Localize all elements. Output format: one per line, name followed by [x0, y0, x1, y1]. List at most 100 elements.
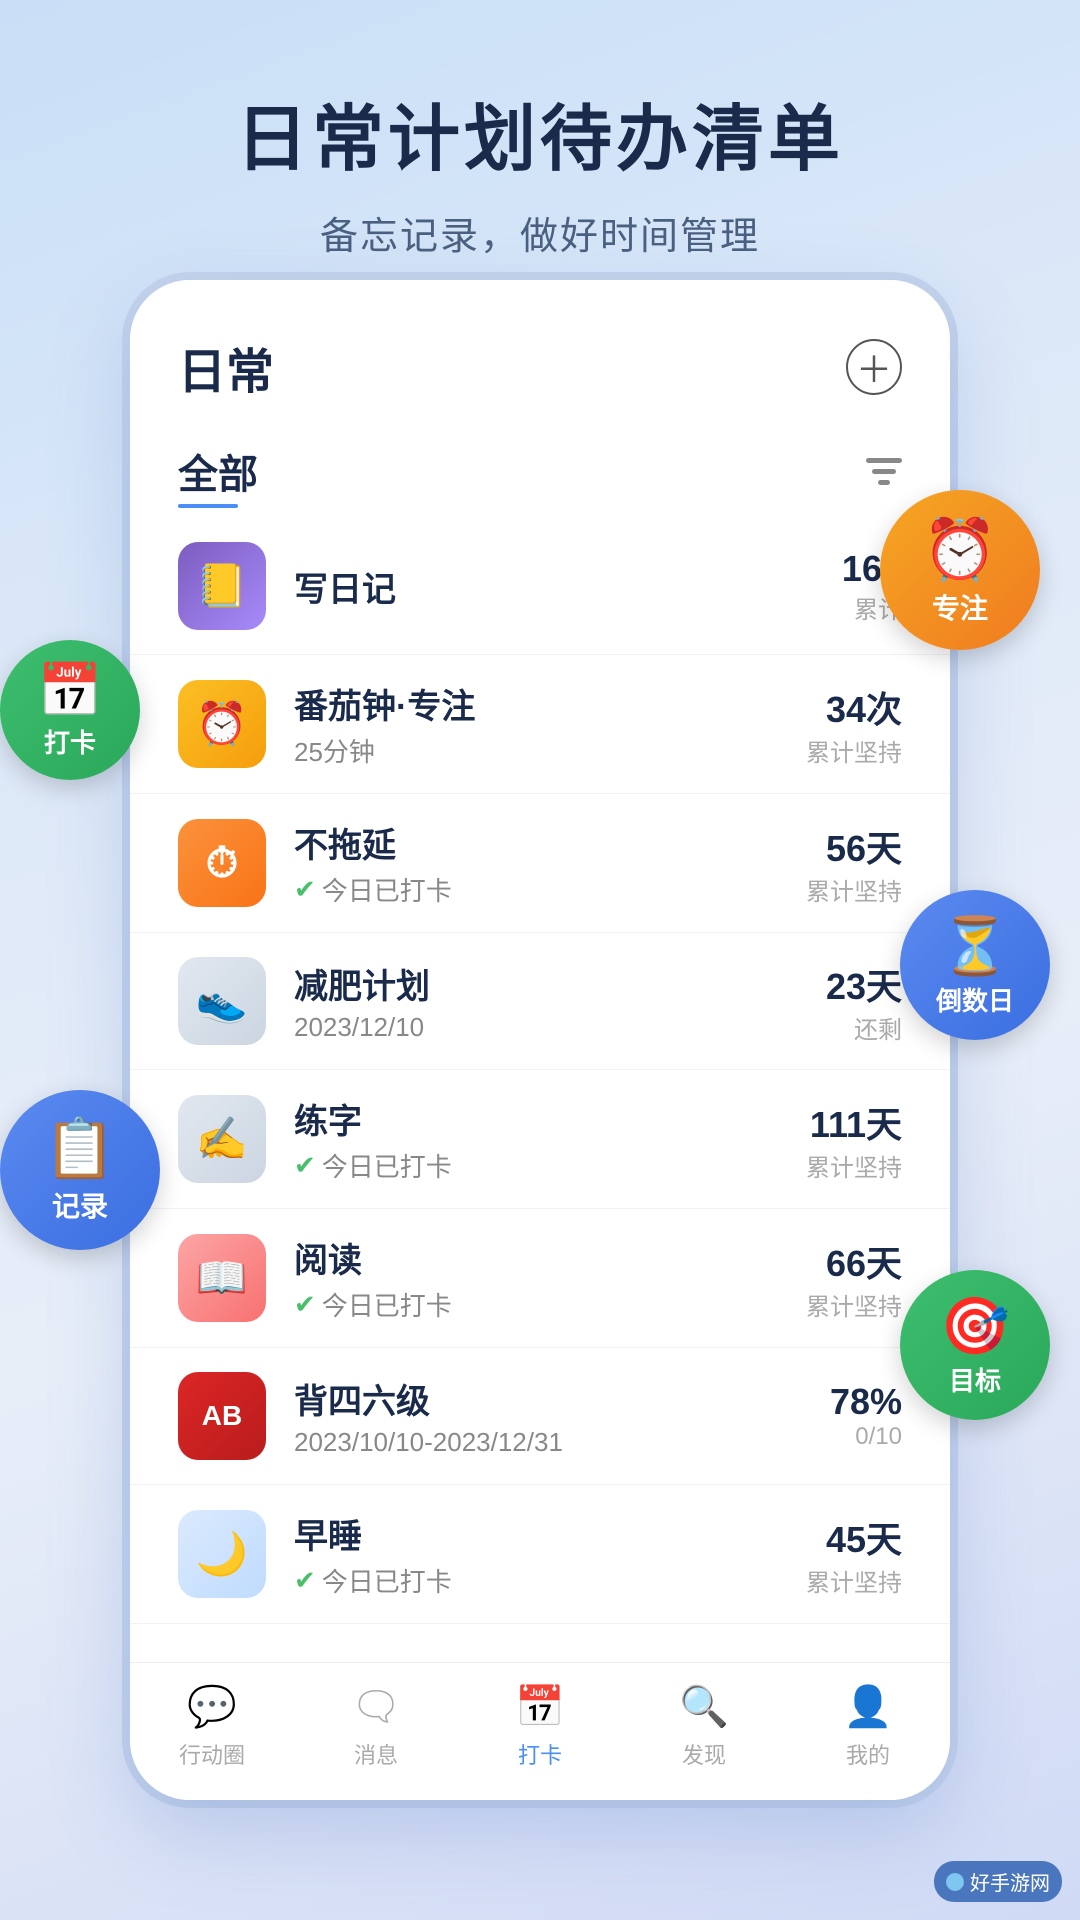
task-sub-text: 25分钟: [294, 732, 375, 769]
task-sub: 2023/10/10-2023/12/31: [294, 1427, 830, 1458]
task-sub: ✔今日已打卡: [294, 871, 806, 908]
nav-label-mine: 我的: [846, 1738, 890, 1770]
badge-countdown-label: 倒数日: [936, 981, 1014, 1018]
watermark-dot: [946, 1873, 964, 1891]
task-item-reading[interactable]: 📖 阅读 ✔今日已打卡 66天 累计坚持: [130, 1209, 950, 1348]
task-count-label: 还剩: [826, 1010, 902, 1045]
task-stats: 23天 还剩: [826, 958, 902, 1045]
task-info-reading: 阅读 ✔今日已打卡: [294, 1233, 806, 1323]
task-name: 练字: [294, 1094, 806, 1143]
task-icon-procrastinate: ⏱: [178, 819, 266, 907]
task-sub-text: 今日已打卡: [322, 871, 452, 908]
task-stats: 111天 累计坚持: [806, 1096, 902, 1183]
task-item-tomato[interactable]: ⏰ 番茄钟·专注 25分钟 34次 累计坚持: [130, 655, 950, 794]
task-sub: 2023/12/10: [294, 1012, 826, 1043]
task-icon-reading: 📖: [178, 1234, 266, 1322]
plus-icon: ＋: [856, 341, 892, 393]
task-icon-sleep: 🌙: [178, 1510, 266, 1598]
task-icon-tomato: ⏰: [178, 680, 266, 768]
app-title: 日常: [178, 332, 274, 402]
filter-section: 全部: [178, 442, 258, 508]
task-item-diary[interactable]: 📒 写日记 166 累计: [130, 518, 950, 655]
nav-label-checkin: 打卡: [518, 1738, 562, 1770]
task-sub: ✔今日已打卡: [294, 1562, 806, 1599]
task-item-slim[interactable]: 👟 减肥计划 2023/12/10 23天 还剩: [130, 933, 950, 1070]
nav-icon-message: 🗨: [351, 1683, 402, 1730]
task-name: 背四六级: [294, 1374, 830, 1423]
phone-frame: 日常 ＋ 全部 📒 写日记: [130, 280, 950, 1800]
task-sub-text: 2023/12/10: [294, 1012, 424, 1043]
check-mark: ✔: [294, 1150, 316, 1181]
task-stats: 78% 0/10: [830, 1381, 902, 1451]
filter-icon[interactable]: [866, 457, 902, 494]
task-icon-diary: 📒: [178, 542, 266, 630]
task-item-vocab[interactable]: AB 背四六级 2023/10/10-2023/12/31 78% 0/10: [130, 1348, 950, 1485]
nav-icon-discover: 🔍: [679, 1683, 729, 1730]
filter-row: 全部: [130, 422, 950, 518]
nav-item-mine[interactable]: 👤 我的: [786, 1683, 950, 1770]
filter-underline: [178, 504, 238, 508]
add-button[interactable]: ＋: [846, 339, 902, 395]
task-count-label: 累计坚持: [806, 872, 902, 907]
badge-focus[interactable]: ⏰ 专注: [880, 490, 1040, 650]
badge-countdown-icon: ⏳: [940, 913, 1010, 979]
badge-record-icon: 📋: [44, 1115, 116, 1183]
watermark-text: 好手游网: [970, 1867, 1050, 1896]
task-info-procrastinate: 不拖延 ✔今日已打卡: [294, 818, 806, 908]
task-count: 78%: [830, 1381, 902, 1423]
task-sub: ✔今日已打卡: [294, 1286, 806, 1323]
nav-item-checkin[interactable]: 📅 打卡: [458, 1683, 622, 1770]
task-icon-vocab: AB: [178, 1372, 266, 1460]
nav-label-discover: 发现: [682, 1738, 726, 1770]
task-sub-text: 今日已打卡: [322, 1147, 452, 1184]
task-count: 23天: [826, 958, 902, 1010]
task-count-label: 累计坚持: [806, 733, 902, 768]
task-count-label: 累计坚持: [806, 1287, 902, 1322]
nav-icon-circle: 💬: [187, 1683, 237, 1730]
task-stats: 56天 累计坚持: [806, 820, 902, 907]
task-icon-slim: 👟: [178, 957, 266, 1045]
task-count: 56天: [806, 820, 902, 872]
task-count-label: 累计坚持: [806, 1563, 902, 1598]
task-item-procrastinate[interactable]: ⏱ 不拖延 ✔今日已打卡 56天 累计坚持: [130, 794, 950, 933]
nav-item-circle[interactable]: 💬 行动圈: [130, 1683, 294, 1770]
badge-punchcard[interactable]: 📅 打卡: [0, 640, 140, 780]
badge-countdown[interactable]: ⏳ 倒数日: [900, 890, 1050, 1040]
task-stats: 45天 累计坚持: [806, 1511, 902, 1598]
nav-icon-mine: 👤: [843, 1683, 893, 1730]
badge-record-label: 记录: [52, 1185, 108, 1225]
task-name: 阅读: [294, 1233, 806, 1282]
task-count: 66天: [806, 1235, 902, 1287]
filter-label: 全部: [178, 453, 258, 497]
task-info-diary: 写日记: [294, 562, 842, 611]
task-stats: 66天 累计坚持: [806, 1235, 902, 1322]
task-name: 写日记: [294, 562, 842, 611]
task-info-calligraphy: 练字 ✔今日已打卡: [294, 1094, 806, 1184]
watermark: 好手游网: [934, 1861, 1062, 1902]
task-count-label: 0/10: [830, 1423, 902, 1451]
task-info-vocab: 背四六级 2023/10/10-2023/12/31: [294, 1374, 830, 1458]
task-name: 减肥计划: [294, 959, 826, 1008]
task-list[interactable]: 📒 写日记 166 累计 ⏰ 番茄钟·专注 25分钟 34次 累计坚持 ⏱ 不拖…: [130, 518, 950, 1662]
task-count: 111天: [806, 1096, 902, 1148]
app-inner: 日常 ＋ 全部 📒 写日记: [130, 280, 950, 1800]
badge-punchcard-label: 打卡: [44, 723, 96, 760]
nav-item-discover[interactable]: 🔍 发现: [622, 1683, 786, 1770]
task-info-slim: 减肥计划 2023/12/10: [294, 959, 826, 1043]
task-name: 早睡: [294, 1509, 806, 1558]
hero-subtitle: 备忘记录，做好时间管理: [0, 205, 1080, 260]
task-sub-text: 2023/10/10-2023/12/31: [294, 1427, 563, 1458]
task-item-calligraphy[interactable]: ✍ 练字 ✔今日已打卡 111天 累计坚持: [130, 1070, 950, 1209]
task-sub: 25分钟: [294, 732, 806, 769]
bottom-nav: 💬 行动圈 🗨 消息 📅 打卡 🔍 发现 👤 我的: [130, 1662, 950, 1800]
nav-item-message[interactable]: 🗨 消息: [294, 1683, 458, 1770]
nav-label-circle: 行动圈: [179, 1738, 245, 1770]
app-header: 日常 ＋: [130, 280, 950, 422]
task-count: 45天: [806, 1511, 902, 1563]
task-item-sleep[interactable]: 🌙 早睡 ✔今日已打卡 45天 累计坚持: [130, 1485, 950, 1624]
badge-record[interactable]: 📋 记录: [0, 1090, 160, 1250]
task-name: 不拖延: [294, 818, 806, 867]
task-stats: 34次 累计坚持: [806, 681, 902, 768]
badge-goal[interactable]: 🎯 目标: [900, 1270, 1050, 1420]
task-info-sleep: 早睡 ✔今日已打卡: [294, 1509, 806, 1599]
